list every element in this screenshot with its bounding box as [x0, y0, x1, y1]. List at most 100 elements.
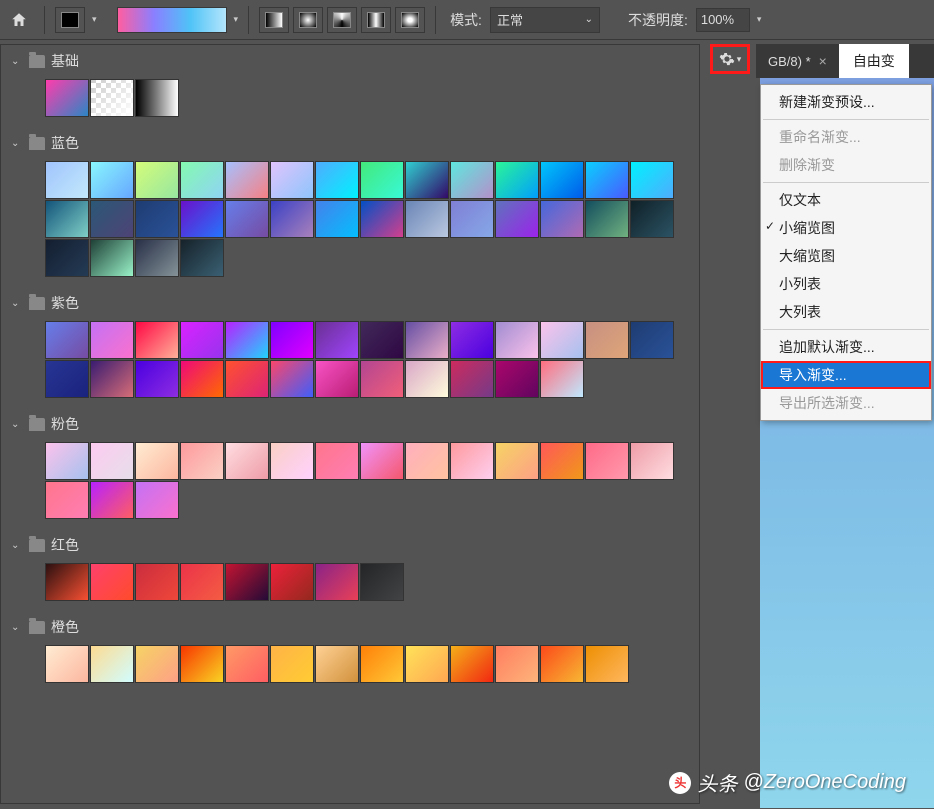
menu-small-list[interactable]: 小列表	[761, 270, 931, 298]
gradient-swatch[interactable]	[315, 321, 359, 359]
gradient-swatch[interactable]	[225, 563, 269, 601]
gradient-swatch[interactable]	[180, 645, 224, 683]
gradient-swatch[interactable]	[495, 200, 539, 238]
gradient-swatch[interactable]	[585, 200, 629, 238]
gradient-swatch[interactable]	[495, 442, 539, 480]
gradient-swatch[interactable]	[45, 442, 89, 480]
gradient-swatch[interactable]	[90, 481, 134, 519]
gradient-swatch[interactable]	[90, 360, 134, 398]
chevron-down-icon[interactable]: ▾	[92, 14, 97, 25]
gradient-swatch[interactable]	[225, 200, 269, 238]
gradient-swatch[interactable]	[135, 563, 179, 601]
gradient-swatch[interactable]	[135, 239, 179, 277]
gradient-swatch[interactable]	[495, 321, 539, 359]
gradient-swatch[interactable]	[135, 79, 179, 117]
gradient-swatch[interactable]	[180, 360, 224, 398]
opacity-input[interactable]: 100%	[696, 8, 750, 32]
gradient-swatch[interactable]	[270, 442, 314, 480]
gradient-swatch[interactable]	[540, 442, 584, 480]
folder-header[interactable]: ⌄蓝色	[1, 127, 699, 159]
gradient-swatch[interactable]	[90, 321, 134, 359]
gradient-swatch[interactable]	[270, 161, 314, 199]
gradient-swatch[interactable]	[360, 321, 404, 359]
menu-text-only[interactable]: 仅文本	[761, 186, 931, 214]
secondary-tab[interactable]: 自由变	[839, 44, 909, 78]
gradient-swatch[interactable]	[270, 563, 314, 601]
gradient-swatch[interactable]	[495, 645, 539, 683]
gradient-swatch[interactable]	[450, 360, 494, 398]
gradient-swatch[interactable]	[315, 442, 359, 480]
close-icon[interactable]: ×	[819, 53, 827, 69]
folder-header[interactable]: ⌄粉色	[1, 408, 699, 440]
gradient-swatch[interactable]	[540, 200, 584, 238]
chevron-down-icon[interactable]: ▾	[234, 14, 239, 25]
gradient-swatch[interactable]	[45, 161, 89, 199]
gradient-swatch[interactable]	[585, 321, 629, 359]
gradient-swatch[interactable]	[225, 442, 269, 480]
gradient-swatch[interactable]	[45, 321, 89, 359]
gradient-swatch[interactable]	[135, 645, 179, 683]
gradient-swatch[interactable]	[135, 321, 179, 359]
gradient-swatch[interactable]	[270, 200, 314, 238]
radial-gradient-button[interactable]	[293, 7, 323, 33]
gradient-swatch[interactable]	[135, 161, 179, 199]
gradient-swatch[interactable]	[450, 200, 494, 238]
gradient-swatch[interactable]	[90, 239, 134, 277]
gradient-swatch[interactable]	[630, 321, 674, 359]
blend-mode-select[interactable]: 正常 ⌄	[490, 7, 600, 33]
gradient-swatch[interactable]	[405, 360, 449, 398]
diamond-gradient-button[interactable]	[395, 7, 425, 33]
gradient-swatch[interactable]	[450, 321, 494, 359]
linear-gradient-button[interactable]	[259, 7, 289, 33]
menu-large-list[interactable]: 大列表	[761, 298, 931, 326]
home-icon[interactable]	[4, 5, 34, 35]
gradient-swatch[interactable]	[270, 645, 314, 683]
gradient-swatch[interactable]	[360, 161, 404, 199]
gradient-preview[interactable]	[117, 7, 227, 33]
gradient-swatch[interactable]	[180, 161, 224, 199]
angle-gradient-button[interactable]	[327, 7, 357, 33]
gradient-swatch[interactable]	[585, 645, 629, 683]
gradient-swatch[interactable]	[495, 360, 539, 398]
gradient-swatch[interactable]	[45, 200, 89, 238]
gradient-swatch[interactable]	[585, 161, 629, 199]
gradient-swatch[interactable]	[270, 360, 314, 398]
gradient-swatch[interactable]	[45, 481, 89, 519]
gradient-swatch[interactable]	[495, 161, 539, 199]
gradient-swatch[interactable]	[135, 200, 179, 238]
gradient-swatch[interactable]	[315, 161, 359, 199]
gradient-swatch[interactable]	[45, 239, 89, 277]
gradient-swatch[interactable]	[585, 442, 629, 480]
gradient-swatch[interactable]	[360, 200, 404, 238]
color-swatch[interactable]	[55, 7, 85, 33]
gradient-swatch[interactable]	[315, 200, 359, 238]
gradient-swatch[interactable]	[405, 161, 449, 199]
gradient-swatch[interactable]	[450, 442, 494, 480]
menu-import-gradients[interactable]: 导入渐变...	[761, 361, 931, 389]
gradient-swatch[interactable]	[540, 321, 584, 359]
gradient-swatch[interactable]	[360, 360, 404, 398]
gradient-swatch[interactable]	[405, 645, 449, 683]
gradient-swatch[interactable]	[225, 161, 269, 199]
gradient-swatch[interactable]	[225, 645, 269, 683]
menu-append-default[interactable]: 追加默认渐变...	[761, 333, 931, 361]
gradient-swatch[interactable]	[180, 321, 224, 359]
gradient-swatch[interactable]	[90, 200, 134, 238]
gradient-swatch[interactable]	[45, 79, 89, 117]
folder-header[interactable]: ⌄紫色	[1, 287, 699, 319]
gradient-swatch[interactable]	[90, 442, 134, 480]
menu-new-preset[interactable]: 新建渐变预设...	[761, 88, 931, 116]
chevron-down-icon[interactable]: ▾	[757, 14, 762, 25]
gradient-swatch[interactable]	[630, 161, 674, 199]
gradient-swatch[interactable]	[45, 645, 89, 683]
gradient-swatch[interactable]	[405, 200, 449, 238]
gradient-swatch[interactable]	[90, 161, 134, 199]
gradient-swatch[interactable]	[45, 360, 89, 398]
gradient-swatch[interactable]	[630, 442, 674, 480]
gradient-swatch[interactable]	[315, 645, 359, 683]
gradient-swatch[interactable]	[405, 442, 449, 480]
reflected-gradient-button[interactable]	[361, 7, 391, 33]
folder-header[interactable]: ⌄橙色	[1, 611, 699, 643]
document-tab[interactable]: GB/8) * ×	[756, 44, 839, 78]
gradient-swatch[interactable]	[90, 563, 134, 601]
